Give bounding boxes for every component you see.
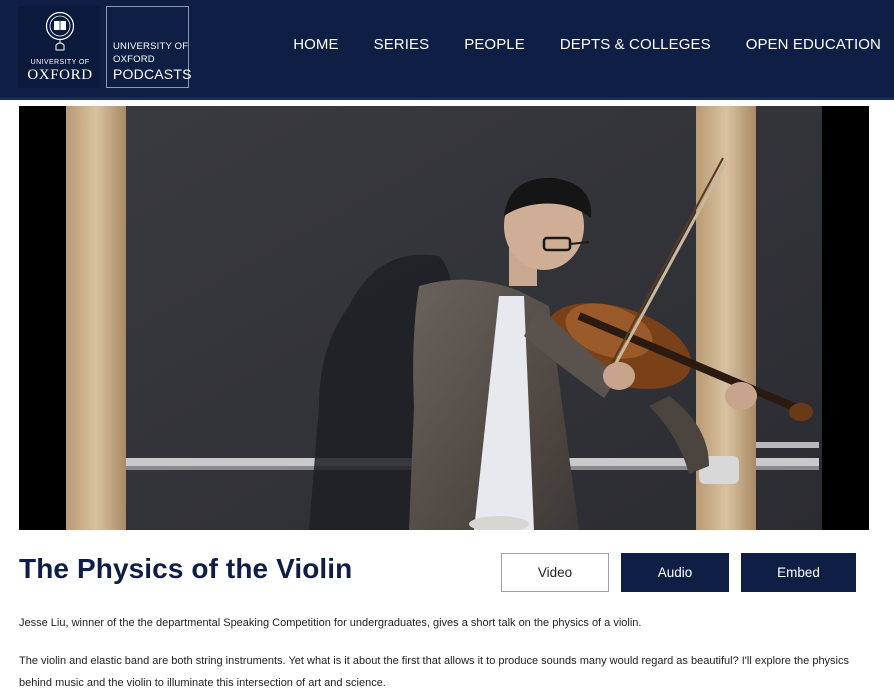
episode-description: The violin and elastic band are both str…	[19, 655, 850, 689]
nav-home[interactable]: HOME	[293, 36, 338, 53]
oxford-logo[interactable]: UNIVERSITY OF OXFORD	[18, 6, 100, 88]
nav-depts-colleges[interactable]: DEPTS & COLLEGES	[560, 36, 711, 53]
oxford-logo-university-line: UNIVERSITY OF	[30, 59, 90, 66]
main-nav: HOME SERIES PEOPLE DEPTS & COLLEGES OPEN…	[258, 36, 881, 53]
podcasts-logo[interactable]: UNIVERSITY OF OXFORD PODCASTS	[106, 6, 192, 88]
nav-series[interactable]: SERIES	[374, 36, 430, 53]
site-header: UNIVERSITY OF OXFORD UNIVERSITY OF OXFOR…	[0, 0, 894, 100]
podcasts-logo-line2: OXFORD	[113, 54, 155, 65]
embed-button[interactable]: Embed	[741, 553, 856, 592]
oxford-logo-name: OXFORD	[27, 67, 93, 83]
podcasts-logo-line1: UNIVERSITY OF	[113, 41, 189, 52]
crest-icon	[45, 11, 75, 51]
episode-title: The Physics of the Violin	[19, 553, 353, 584]
video-player[interactable]	[19, 106, 869, 530]
podcasts-logo-line3: PODCASTS	[113, 66, 192, 82]
video-button[interactable]: Video	[501, 553, 609, 592]
episode-summary: Jesse Liu, winner of the the departmenta…	[19, 617, 642, 629]
nav-open-education[interactable]: OPEN EDUCATION	[746, 36, 881, 53]
video-frame-image	[19, 106, 869, 530]
audio-button[interactable]: Audio	[621, 553, 729, 592]
nav-people[interactable]: PEOPLE	[464, 36, 525, 53]
